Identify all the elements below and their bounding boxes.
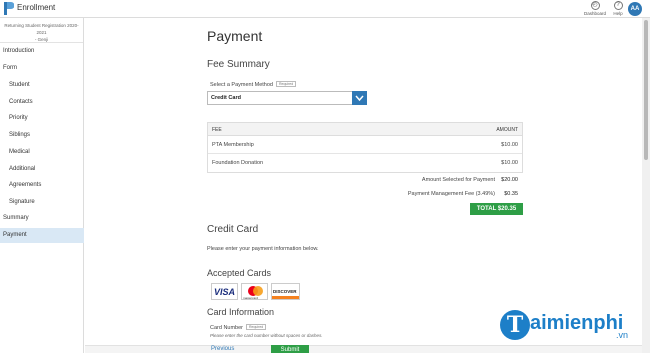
dropdown-button[interactable] [352,91,367,105]
sidebar-item-priority[interactable]: Priority [0,111,84,126]
sidebar-item-student[interactable]: Student [0,78,84,93]
top-bar: Enrollment ◴ Dashboard ? Help AA [0,0,650,18]
submit-button[interactable]: Submit [271,345,309,353]
watermark-suffix: .vn [616,330,629,340]
sidebar-item-contacts[interactable]: Contacts [0,95,84,110]
credit-card-title: Credit Card [207,224,259,235]
fee-summary-title: Fee Summary [207,59,270,70]
watermark-text: aimienphi [530,312,624,334]
payment-method-label: Select a Payment Method Required [210,81,297,88]
amount-column-header: AMOUNT [496,127,518,133]
required-badge: Required [275,81,297,87]
sidebar-item-signature[interactable]: Signature [0,195,84,210]
amount-selected-value: $20.00 [501,177,518,183]
fee-name: PTA Membership [212,142,254,148]
sidebar-subtitle-line2: - Genji [34,37,49,42]
payment-method-select[interactable]: Credit Card [207,91,367,105]
sidebar-subtitle-line1: Returning Student Registration 2020-2021 [4,23,79,35]
total-badge: TOTAL $20.35 [470,203,523,215]
discover-card-text: DISCOVER [273,289,297,294]
management-fee-label: Payment Management Fee (3.49%) [407,191,495,197]
scrollbar-thumb[interactable] [644,20,648,160]
payment-method-value: Credit Card [211,95,241,101]
sidebar: Returning Student Registration 2020-2021… [0,18,84,353]
sidebar-item-form[interactable]: Form [0,61,84,76]
required-badge: Required [246,324,267,330]
card-number-label-text: Card Number [210,325,244,331]
card-info-title: Card Information [207,307,275,317]
payment-method-label-text: Select a Payment Method [210,82,273,88]
main-content: Payment Fee Summary Select a Payment Met… [85,18,650,353]
sidebar-item-summary[interactable]: Summary [0,211,84,226]
fee-table-header: FEE AMOUNT [208,123,522,136]
scrollbar[interactable] [642,18,650,353]
bottom-bar [85,345,650,353]
chevron-down-icon [355,95,364,102]
watermark: T aimienphi .vn [500,308,642,346]
watermark-letter: T [500,310,530,340]
dashboard-icon: ◴ [590,1,600,10]
avatar[interactable]: AA [628,2,642,16]
app-title: Enrollment [17,3,56,12]
amount-selected-label: Amount Selected for Payment [421,177,495,183]
credit-card-instructions: Please enter your payment information be… [207,246,319,252]
previous-button[interactable]: Previous [211,346,234,352]
sidebar-item-additional[interactable]: Additional [0,162,84,177]
management-fee-value: $0.35 [504,191,518,197]
discover-card-logo: DISCOVER [271,283,300,300]
help-icon: ? [613,1,623,10]
card-number-label: Card Number Required [210,324,267,331]
fee-amount: $10.00 [501,142,518,148]
table-row: PTA Membership $10.00 [208,136,522,154]
fee-amount: $10.00 [501,160,518,166]
sidebar-item-payment[interactable]: Payment [0,228,84,243]
fee-name: Foundation Donation [212,160,264,166]
card-number-hint: Please enter the card number without spa… [210,333,323,338]
mastercard-text: mastercard [243,296,259,300]
visa-card-text: VISA [214,287,236,297]
discover-stripe [272,296,299,299]
visa-card-logo: VISA [211,283,238,300]
fee-table: FEE AMOUNT PTA Membership $10.00 Foundat… [207,122,523,173]
accepted-cards-title: Accepted Cards [207,268,272,278]
table-row: Foundation Donation $10.00 [208,154,522,172]
mastercard-logo: mastercard [241,283,268,300]
sidebar-item-siblings[interactable]: Siblings [0,128,84,143]
sidebar-item-introduction[interactable]: Introduction [0,44,84,59]
fee-column-header: FEE [212,127,222,133]
sidebar-item-medical[interactable]: Medical [0,145,84,160]
app-logo-icon [4,2,14,15]
sidebar-item-agreements[interactable]: Agreements [0,178,84,193]
sidebar-subtitle: Returning Student Registration 2020-2021… [0,18,83,43]
page-title: Payment [207,28,263,44]
